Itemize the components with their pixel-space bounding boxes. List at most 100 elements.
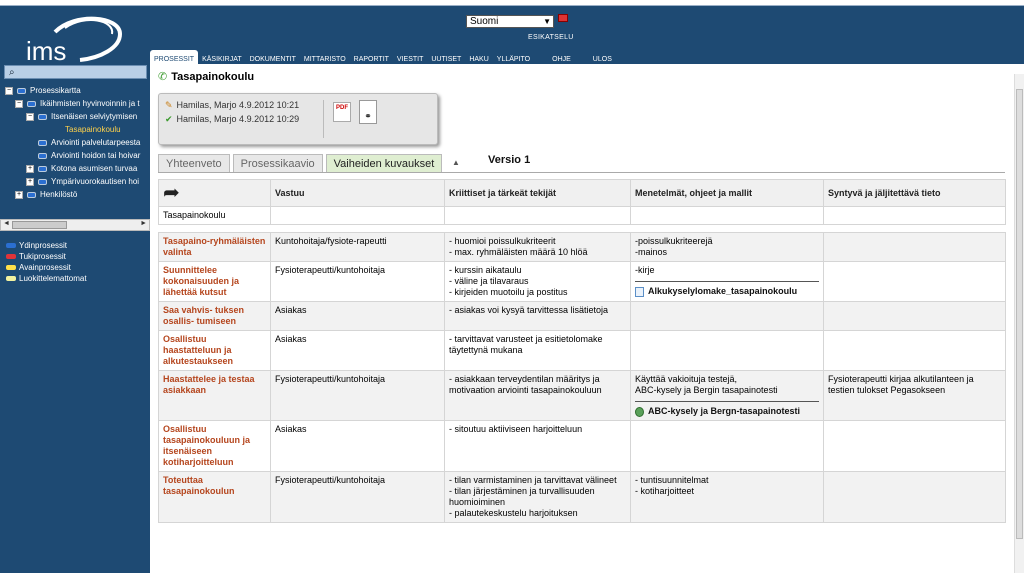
phase-cell[interactable]: Toteuttaa tasapainokoulun — [158, 471, 271, 523]
tree-item-label: Tasapainokoulu — [65, 125, 121, 134]
table-row: Saa vahvis- tuksen osallis- tumiseen Asia… — [158, 301, 1006, 331]
phase-cell[interactable]: Tasapaino-ryhmäläisten valinta — [158, 232, 271, 262]
phase-cell[interactable]: Suunnittelee kokonaisuuden ja lähettää k… — [158, 261, 271, 302]
methods-cell — [630, 301, 824, 331]
tree-item[interactable]: + Kotona asumisen turvaa — [26, 162, 137, 175]
language-select[interactable]: Suomi ▼ — [466, 15, 554, 28]
flag-icon — [38, 139, 47, 146]
methods-cell: -kirje Alkukyselylomake_tasapainokoulu — [630, 261, 824, 302]
document-link[interactable]: ABC-kysely ja Bergn-tasapainotesti — [635, 406, 819, 417]
legend-item: Tukiprosessit — [6, 251, 87, 262]
tree-toggle-icon[interactable]: − — [15, 99, 23, 108]
arrow-icon[interactable]: ➦ — [158, 179, 271, 207]
logo-text: ims — [26, 36, 66, 66]
tree-toggle-icon[interactable]: + — [26, 177, 34, 186]
vertical-scrollbar[interactable] — [1014, 74, 1024, 573]
flag-icon — [27, 191, 36, 198]
scroll-thumb[interactable] — [12, 221, 67, 229]
critical-factor: - tilan varmistaminen ja tarvittavat väl… — [449, 475, 617, 485]
chevron-down-icon: ▼ — [543, 17, 551, 26]
process-tree: − Prosessikartta − Ikäihmisten hyvinvoinnin… — [0, 82, 150, 222]
responsibility-cell: Fysioterapeutti/kuntohoitaja — [270, 471, 445, 523]
tree-item[interactable]: − Prosessikartta — [5, 84, 81, 97]
tree-item-label: Henkilöstö — [40, 190, 78, 199]
column-header: Kriittiset ja tärkeät tekijät — [444, 179, 631, 207]
tree-toggle-icon[interactable]: − — [5, 86, 13, 95]
divider — [323, 100, 324, 138]
critical-factor: - max. ryhmäläisten määrä 10 hlöä — [449, 247, 588, 257]
scroll-left-icon[interactable]: ◄ — [3, 220, 10, 227]
document-icon — [635, 286, 644, 297]
info-cell — [823, 261, 1006, 302]
responsibility-cell: Kuntohoitaja/fysiote-rapeutti — [270, 232, 445, 262]
history-text: Hamilas, Marjo 4.9.2012 10:29 — [176, 114, 300, 124]
pdf-label: PDF — [336, 105, 348, 111]
collapse-icon[interactable]: ▲ — [452, 158, 460, 167]
preview-link[interactable]: ESIKATSELU — [528, 34, 574, 41]
methods-cell: Käyttää vakioituja testejä, ABC-kysely ja… — [630, 370, 824, 421]
critical-factor: - kurssin aikataulu — [449, 265, 522, 275]
flag-icon — [27, 100, 36, 107]
phase-cell[interactable]: Haastattelee ja testaa asiakkaan — [158, 370, 271, 421]
tab-process-chart[interactable]: Prosessikaavio — [232, 154, 323, 172]
responsibility-cell: Asiakas — [270, 420, 445, 472]
table-row: Osallistuu tasapainokouluun ja itsenäise… — [158, 420, 1006, 472]
table-row: Tasapaino-ryhmäläisten valinta Kuntohoita… — [158, 232, 1006, 262]
check-icon: ✔ — [165, 114, 173, 124]
info-cell — [823, 232, 1006, 262]
tree-item-label: Ikäihmisten hyvinvoinnin ja t — [40, 99, 140, 108]
flag-icon — [38, 178, 47, 185]
phase-cell[interactable]: Osallistuu tasapainokouluun ja itsenäise… — [158, 420, 271, 472]
tree-scrollbar[interactable]: ◄ ► — [0, 219, 150, 231]
info-cell — [823, 301, 1006, 331]
tree-item[interactable]: + Henkilöstö — [15, 188, 77, 201]
responsibility-cell: Fysioterapeutti/kuntohoitaja — [270, 261, 445, 302]
pdf-button[interactable]: PDF — [333, 102, 351, 122]
legend-label: Avainprosessit — [19, 263, 71, 272]
critical-factor: - tilan järjestäminen ja turvallisuuden … — [449, 486, 595, 507]
info-box: ✎ Hamilas, Marjo 4.9.2012 10:21 ✔ Hamilas,… — [158, 93, 438, 145]
legend-label: Tukiprosessit — [19, 252, 66, 261]
document-link[interactable]: Alkukyselylomake_tasapainokoulu — [635, 286, 819, 297]
tree-item[interactable]: Arviointi palvelutarpeesta — [38, 136, 140, 149]
scroll-thumb[interactable] — [1016, 89, 1023, 539]
column-header: Syntyvä ja jäljitettävä tieto — [823, 179, 1006, 207]
legend-swatch — [6, 243, 16, 249]
version-label: Versio 1 — [488, 154, 531, 166]
critical-factor: - asiakkaan terveydentilan määritys ja m… — [449, 374, 602, 395]
tree-item[interactable]: Tasapainokoulu — [52, 123, 121, 136]
scroll-right-icon[interactable]: ► — [140, 220, 147, 227]
legend-swatch — [6, 276, 16, 282]
critical-factor: - väline ja tilavaraus — [449, 276, 529, 286]
info-cell — [823, 330, 1006, 371]
responsibility-cell: Asiakas — [270, 330, 445, 371]
tabs: Yhteenveto Prosessikaavio Vaiheiden kuva… — [158, 154, 445, 172]
phase-cell[interactable]: Saa vahvis- tuksen osallis- tumiseen — [158, 301, 271, 331]
critical-factor: - sitoutuu aktiiviseen harjoitteluun — [449, 424, 583, 434]
binoculars-icon[interactable]: ⌕ — [9, 67, 15, 78]
column-header: Vastuu — [270, 179, 445, 207]
tab-phase-descriptions[interactable]: Vaiheiden kuvaukset — [325, 154, 443, 172]
method-item: -poissulkukriteerejä — [635, 236, 713, 246]
divider — [635, 401, 819, 402]
tree-item[interactable]: − Ikäihmisten hyvinvoinnin ja t — [15, 97, 140, 110]
flag-icon[interactable] — [558, 14, 568, 22]
tree-toggle-icon[interactable]: + — [26, 164, 34, 173]
method-item: - tuntisuunnitelmat — [635, 475, 709, 485]
tree-item[interactable]: − Itsenäisen selviytymisen — [26, 110, 137, 123]
language-value: Suomi — [470, 16, 499, 27]
tree-item-label: Arviointi palvelutarpeesta — [51, 138, 141, 147]
tree-toggle-icon[interactable]: + — [15, 190, 23, 199]
phase-cell[interactable]: Osallistuu haastatteluun ja alkutestauks… — [158, 330, 271, 371]
tree-toggle-icon[interactable]: − — [26, 112, 34, 121]
pencil-icon: ✎ — [165, 100, 173, 110]
tree-item[interactable]: Arviointi hoidon tai hoivar — [38, 149, 140, 162]
tree-search[interactable]: ⌕ — [4, 65, 147, 79]
ims-logo: ims — [26, 16, 123, 66]
document-icon[interactable]: ⚭ — [359, 100, 377, 124]
tree-item[interactable]: + Ympärivuorokautisen hoi — [26, 175, 139, 188]
tab-summary[interactable]: Yhteenveto — [158, 154, 230, 172]
methods-cell — [630, 330, 824, 371]
tree-item-label: Ympärivuorokautisen hoi — [51, 177, 140, 186]
tree-item-label: Itsenäisen selviytymisen — [51, 112, 138, 121]
